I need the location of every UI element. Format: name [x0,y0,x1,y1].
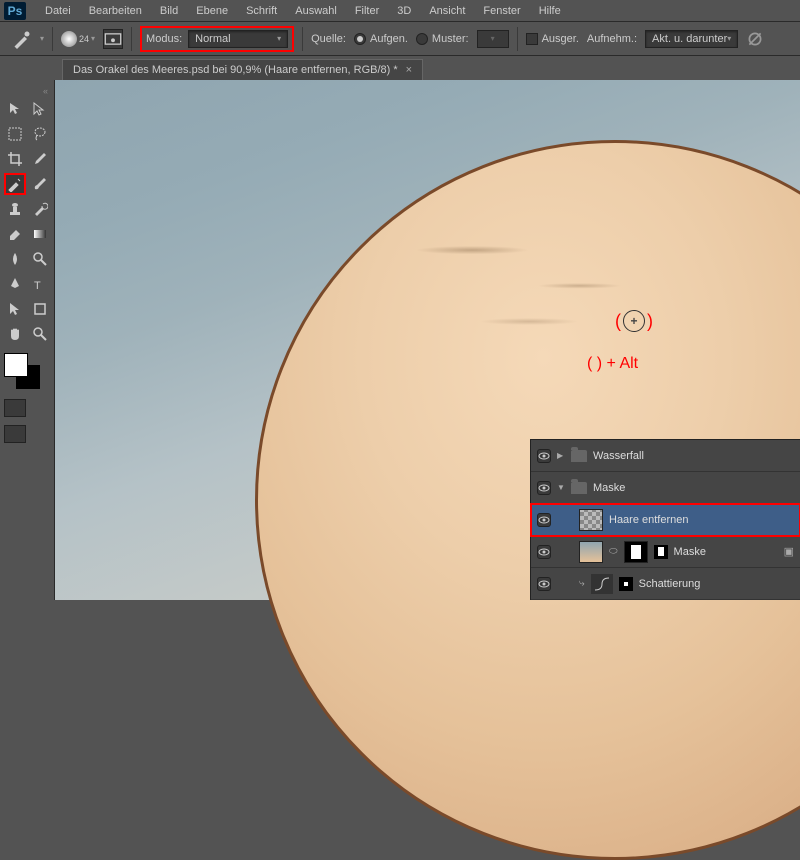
lasso-tool[interactable] [29,123,51,145]
menu-bar: Ps Datei Bearbeiten Bild Ebene Schrift A… [0,0,800,22]
healing-brush-tool[interactable] [4,173,26,195]
eyedropper-tool[interactable] [29,148,51,170]
shape-tool[interactable] [29,298,51,320]
aligned-checkbox[interactable]: Ausger. [526,33,579,45]
brush-cursor-icon: + [623,310,645,332]
brush-preview-icon [61,31,77,47]
menu-hilfe[interactable]: Hilfe [530,2,570,20]
close-icon[interactable]: × [406,64,412,76]
tablet-pressure-icon[interactable] [103,29,123,49]
link-icon[interactable]: ⬭ [609,546,618,557]
move-tool[interactable] [4,98,26,120]
mask-thumbnail[interactable] [624,541,648,563]
mode-highlight: Modus: Normal▾ [140,26,294,52]
color-swatches[interactable] [4,353,42,391]
filter-toggle-icon[interactable]: ▣ [784,545,794,558]
menu-schrift[interactable]: Schrift [237,2,286,20]
collapse-icon[interactable]: ▼ [557,483,565,492]
sample-label: Aufnehm.: [587,33,637,45]
alt-annotation: ( ) + Alt [587,355,638,373]
radio-pattern[interactable]: Muster: [416,33,469,45]
zoom-tool[interactable] [29,323,51,345]
gradient-tool[interactable] [29,223,51,245]
dodge-tool[interactable] [29,248,51,270]
menu-auswahl[interactable]: Auswahl [286,2,346,20]
chevron-down-icon: ▾ [727,34,731,43]
layer-group-maske[interactable]: ▼ Maske [531,472,800,504]
mode-label: Modus: [146,33,182,45]
curves-icon[interactable] [591,574,613,594]
radio-sampled[interactable]: Aufgen. [354,33,408,45]
visibility-icon[interactable] [537,513,551,527]
quickmask-icon[interactable] [4,399,26,417]
ignore-adjustments-icon[interactable] [746,30,764,48]
document-tab[interactable]: Das Orakel des Meeres.psd bei 90,9% (Haa… [62,59,423,80]
sample-dropdown[interactable]: Akt. u. darunter▾ [645,30,738,48]
svg-text:T: T [34,280,41,292]
menu-bild[interactable]: Bild [151,2,187,20]
cursor-annotation: ( + ) [615,310,653,332]
menu-3d[interactable]: 3D [388,2,420,20]
mode-dropdown[interactable]: Normal▾ [188,30,288,48]
menu-ansicht[interactable]: Ansicht [420,2,474,20]
chevron-down-icon: ▾ [277,34,281,43]
menu-bearbeiten[interactable]: Bearbeiten [80,2,151,20]
options-bar: ▾ 24 ▾ Modus: Normal▾ Quelle: Aufgen. Mu… [0,22,800,56]
type-tool[interactable]: T [29,273,51,295]
brush-preset-picker[interactable]: 24 ▾ [61,31,95,47]
brush-tool[interactable] [29,173,51,195]
stamp-tool[interactable] [4,198,26,220]
visibility-icon[interactable] [537,545,551,559]
expand-icon[interactable]: ▶ [557,451,565,460]
layer-thumbnail[interactable] [579,509,603,531]
path-selection-tool[interactable] [4,298,26,320]
visibility-icon[interactable] [537,481,551,495]
canvas[interactable]: ( + ) ( ) + Alt ▶ Wasserfall ▼ Maske [55,80,800,600]
chevron-down-icon: ▾ [91,34,95,43]
pen-tool[interactable] [4,273,26,295]
menu-fenster[interactable]: Fenster [474,2,529,20]
layer-schattierung[interactable]: ⤷ Schattierung [531,568,800,600]
collapse-icon[interactable]: « [4,84,50,98]
layer-haare-entfernen[interactable]: Haare entfernen [531,504,800,536]
document-tab-bar: Das Orakel des Meeres.psd bei 90,9% (Haa… [62,56,800,80]
filter-mask-thumbnail[interactable] [654,545,668,559]
eraser-tool[interactable] [4,223,26,245]
healing-brush-tool-icon[interactable] [12,29,32,49]
clip-icon: ⤷ [579,578,585,589]
screenmode-icon[interactable] [4,425,26,443]
layer-thumbnail[interactable] [579,541,603,563]
artboard-tool[interactable] [29,98,51,120]
marquee-tool[interactable] [4,123,26,145]
foreground-color[interactable] [4,353,28,377]
menu-filter[interactable]: Filter [346,2,388,20]
layers-panel: ▶ Wasserfall ▼ Maske Haare entfernen [530,439,800,600]
visibility-icon[interactable] [537,449,551,463]
crop-tool[interactable] [4,148,26,170]
hand-tool[interactable] [4,323,26,345]
photoshop-logo: Ps [4,2,26,20]
pattern-picker[interactable]: ▾ [477,30,509,48]
visibility-icon[interactable] [537,577,551,591]
menu-datei[interactable]: Datei [36,2,80,20]
menu-ebene[interactable]: Ebene [187,2,237,20]
folder-icon [571,482,587,494]
blur-tool[interactable] [4,248,26,270]
layer-maske[interactable]: ⬭ Maske ▣ [531,536,800,568]
history-brush-tool[interactable] [29,198,51,220]
folder-icon [571,450,587,462]
tool-dropdown-arrow[interactable]: ▾ [40,34,44,43]
layer-group-wasserfall[interactable]: ▶ Wasserfall [531,440,800,472]
toolbox: « T [0,80,55,600]
mask-thumbnail[interactable] [619,577,633,591]
source-label: Quelle: [311,33,346,45]
